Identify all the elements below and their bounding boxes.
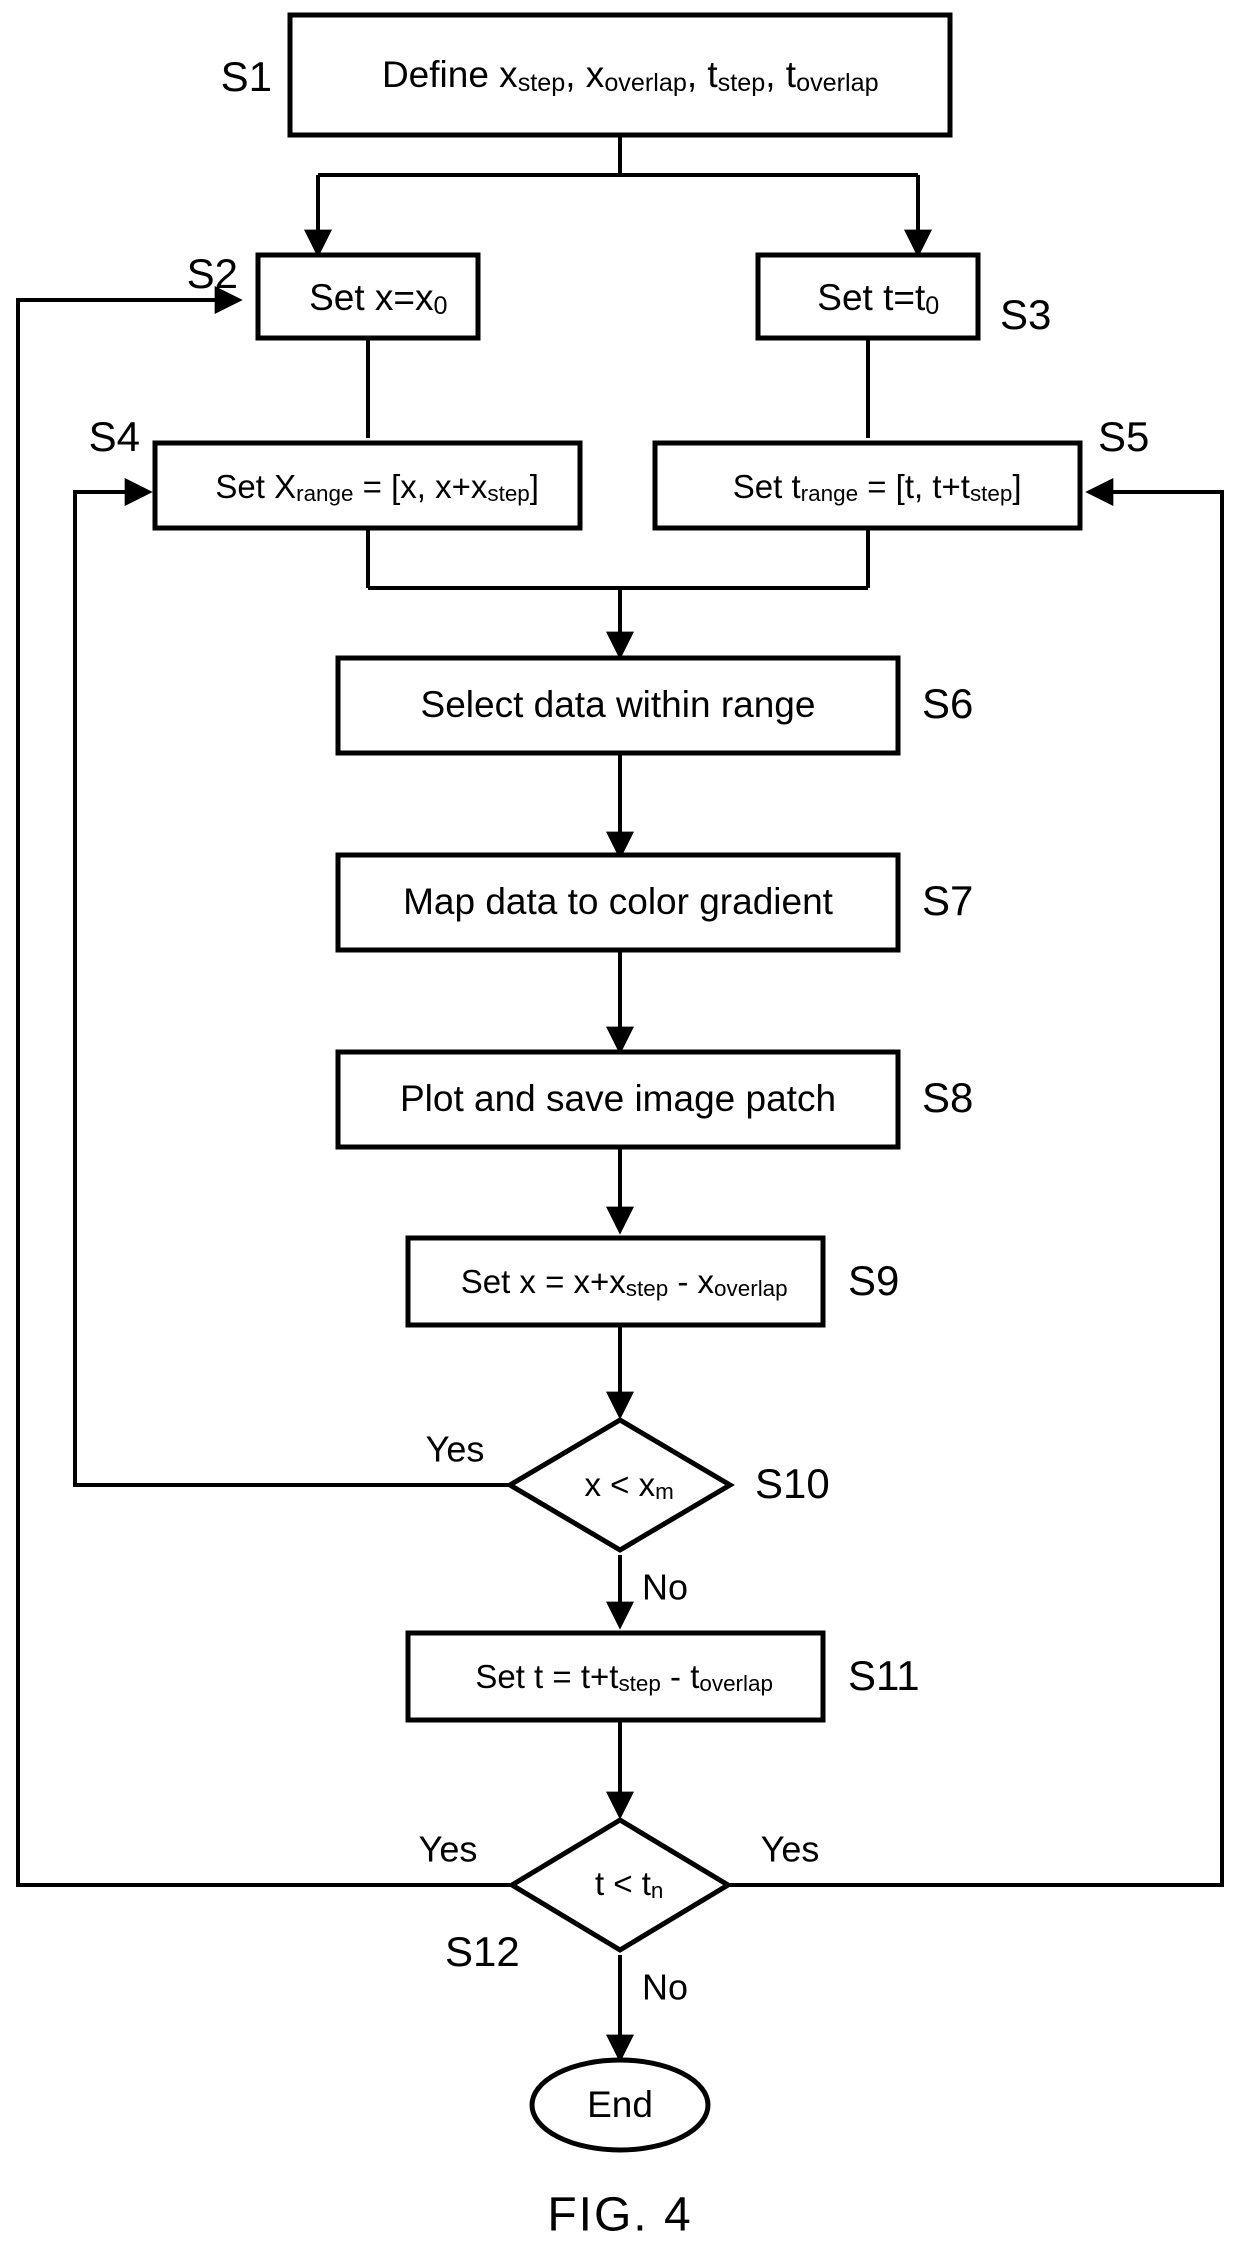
flowchart-canvas: Define xstep, xoverlap, tstep, toverlap … bbox=[16, 12, 1224, 2242]
node-s2-label: Set x=x0 bbox=[237, 277, 499, 320]
step-tag-s7: S7 bbox=[922, 877, 973, 924]
edge-label-s12-no: No bbox=[642, 1967, 688, 2008]
step-tag-s11: S11 bbox=[848, 1652, 920, 1699]
edge-label-s12-yes-left: Yes bbox=[419, 1829, 478, 1870]
step-tag-s9: S9 bbox=[848, 1257, 899, 1304]
step-tag-s3: S3 bbox=[1000, 291, 1051, 338]
step-tag-s1: S1 bbox=[221, 53, 272, 100]
node-s6-label: Select data within range bbox=[421, 684, 816, 725]
node-s8-label: Plot and save image patch bbox=[400, 1078, 836, 1119]
figure-caption: FIG. 4 bbox=[547, 2189, 692, 2242]
node-s3-label: Set t=t0 bbox=[745, 277, 990, 320]
node-s10-label: x < xm bbox=[520, 1466, 719, 1504]
step-tag-s4: S4 bbox=[89, 413, 140, 460]
step-tag-s12: S12 bbox=[445, 1928, 520, 1975]
flowchart-figure: Define xstep, xoverlap, tstep, toverlap … bbox=[0, 0, 1240, 2263]
node-s12-label: t < tn bbox=[531, 1865, 709, 1903]
edge-label-s10-yes: Yes bbox=[426, 1429, 485, 1470]
node-s7-label: Map data to color gradient bbox=[403, 881, 834, 922]
edge-label-s10-no: No bbox=[642, 1567, 688, 1608]
edge-s10-yes-loop bbox=[73, 478, 510, 1487]
edge-label-s12-yes-right: Yes bbox=[761, 1829, 820, 1870]
step-tag-s5: S5 bbox=[1098, 413, 1149, 460]
step-tag-s6: S6 bbox=[922, 680, 973, 727]
step-tag-s8: S8 bbox=[922, 1074, 973, 1121]
node-end-label: End bbox=[587, 2084, 653, 2125]
step-tag-s2: S2 bbox=[187, 250, 238, 297]
step-tag-s10: S10 bbox=[755, 1460, 830, 1507]
